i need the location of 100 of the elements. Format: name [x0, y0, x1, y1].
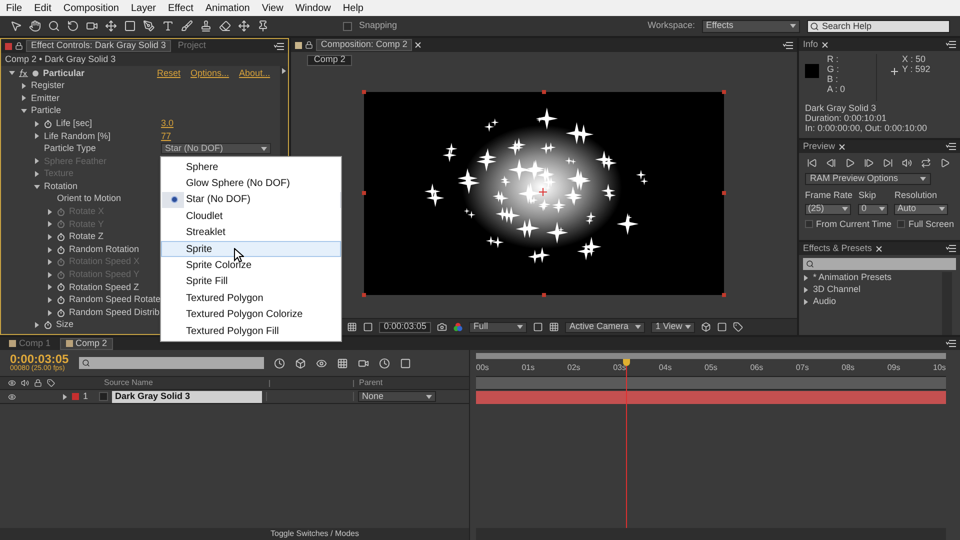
type-tool-icon[interactable]	[162, 20, 174, 32]
selection-handle[interactable]	[362, 90, 366, 94]
graph-editor-icon[interactable]	[400, 358, 411, 368]
menu-item[interactable]: File	[6, 0, 22, 16]
menu-option[interactable]: Sprite Colorize	[161, 257, 341, 274]
stopwatch-icon[interactable]	[57, 283, 65, 292]
stopwatch-icon[interactable]	[378, 358, 390, 368]
menu-option[interactable]: Textured Polygon Colorize	[161, 306, 341, 323]
camera-dropdown[interactable]: Active Camera	[565, 322, 646, 332]
effects-category[interactable]: 3D Channel	[812, 283, 860, 297]
layer-label-color[interactable]	[72, 393, 79, 400]
close-panel-icon[interactable]	[5, 42, 12, 50]
selection-handle[interactable]	[542, 292, 546, 296]
rotate-tool-icon[interactable]	[67, 20, 79, 32]
particle-type-dropdown[interactable]: Star (No DOF)	[161, 143, 271, 154]
anchor-point-icon[interactable]	[538, 187, 548, 196]
ram-preview-icon[interactable]	[940, 158, 950, 168]
lock-icon[interactable]	[15, 42, 23, 50]
fast-preview-icon[interactable]	[717, 322, 728, 332]
close-icon[interactable]	[822, 42, 828, 48]
brush-tool-icon[interactable]	[181, 20, 193, 32]
color-channels-icon[interactable]	[453, 322, 464, 332]
menu-item[interactable]: Composition	[63, 0, 119, 16]
menu-item[interactable]: Effect	[168, 0, 194, 16]
preview-dropdown[interactable]: 0	[858, 204, 888, 214]
first-frame-icon[interactable]	[806, 158, 817, 168]
panel-menu-icon[interactable]	[946, 41, 956, 48]
snapping-checkbox[interactable]	[343, 22, 352, 30]
fx-icon[interactable]	[19, 69, 28, 78]
puppet-tool-icon[interactable]	[238, 20, 250, 32]
property-value[interactable]: 77	[161, 130, 172, 144]
selection-handle[interactable]	[362, 292, 366, 296]
selection-handle[interactable]	[722, 90, 726, 94]
pin-tool-icon[interactable]	[257, 20, 269, 32]
selection-handle[interactable]	[542, 90, 546, 94]
label-icon[interactable]	[47, 379, 55, 387]
rectangle-tool-icon[interactable]	[124, 20, 136, 32]
menu-item[interactable]: Animation	[205, 0, 250, 16]
draft-3d-icon[interactable]	[294, 358, 306, 368]
toggle-switches-modes-button[interactable]: Toggle Switches / Modes	[270, 528, 359, 540]
effect-link[interactable]: Reset	[157, 66, 181, 80]
eraser-tool-icon[interactable]	[219, 20, 231, 32]
panel-menu-icon[interactable]	[946, 143, 956, 150]
menu-option[interactable]: Cloudlet	[161, 208, 341, 225]
view-layout-dropdown[interactable]: 1 View	[651, 322, 696, 332]
current-time-field[interactable]: 0:00:03:05	[378, 322, 432, 332]
layer-switches[interactable]	[266, 392, 354, 401]
panel-tab[interactable]: Effect Controls: Dark Gray Solid 3	[26, 40, 171, 52]
menu-option[interactable]: Star (No DOF)	[161, 192, 341, 208]
workspace-dropdown[interactable]: Effects	[702, 20, 800, 32]
close-icon[interactable]	[415, 42, 422, 48]
preview-dropdown[interactable]: Auto	[894, 204, 948, 214]
hide-shy-layers-icon[interactable]	[316, 358, 327, 368]
pen-tool-icon[interactable]	[143, 20, 155, 32]
effects-search-field[interactable]	[802, 258, 956, 270]
region-of-interest-icon[interactable]	[533, 322, 544, 332]
menu-option[interactable]: Streaklet	[161, 224, 341, 241]
3d-view-icon[interactable]	[701, 322, 712, 332]
parent-dropdown[interactable]: None	[358, 391, 436, 402]
checkbox[interactable]	[804, 220, 813, 228]
frame-blending-icon[interactable]	[336, 358, 348, 368]
stopwatch-icon[interactable]	[57, 308, 65, 317]
transparency-grid-icon[interactable]	[549, 322, 560, 332]
collapsed-triangle-icon[interactable]	[34, 322, 40, 328]
effects-category[interactable]: * Animation Presets	[812, 271, 892, 285]
current-timecode[interactable]: 0:00:03:05	[10, 353, 69, 365]
effect-link[interactable]: Options...	[190, 66, 230, 80]
selection-tool-icon[interactable]	[10, 20, 22, 32]
panel-menu-icon[interactable]	[946, 340, 956, 347]
expanded-triangle-icon[interactable]	[34, 184, 40, 190]
comp-breadcrumb[interactable]: Comp 2	[306, 54, 352, 66]
menu-option[interactable]: Sprite	[161, 240, 341, 258]
stopwatch-icon[interactable]	[44, 120, 52, 128]
menu-option[interactable]: Sprite Fill	[161, 274, 341, 290]
caret-icon[interactable]	[426, 394, 432, 400]
snapshot-icon[interactable]	[437, 322, 448, 332]
menu-item[interactable]: Layer	[130, 0, 156, 16]
scroll-bar[interactable]	[942, 272, 952, 335]
preview-dropdown[interactable]: (25)	[804, 204, 851, 214]
caret-icon[interactable]	[879, 206, 886, 212]
menu-item[interactable]: View	[262, 0, 284, 16]
previous-frame-icon[interactable]	[826, 158, 836, 168]
ram-preview-dropdown[interactable]: RAM Preview Options	[804, 173, 931, 185]
pan-behind-tool-icon[interactable]	[105, 20, 117, 32]
stopwatch-icon[interactable]	[57, 233, 65, 242]
audio-icon[interactable]	[902, 158, 912, 168]
expanded-triangle-icon[interactable]	[21, 108, 27, 114]
panel-menu-icon[interactable]	[782, 42, 793, 48]
caret-icon[interactable]	[261, 146, 267, 152]
caret-icon[interactable]	[517, 324, 524, 330]
zoom-tool-icon[interactable]	[48, 20, 60, 32]
resolution-dropdown[interactable]: Full	[469, 322, 528, 332]
panel-menu-icon[interactable]	[274, 42, 284, 50]
menu-item[interactable]: Edit	[34, 0, 52, 16]
selection-handle[interactable]	[362, 190, 366, 194]
lock-icon[interactable]	[304, 41, 313, 49]
lock-icon[interactable]	[34, 379, 42, 387]
play-icon[interactable]	[844, 158, 855, 168]
loop-icon[interactable]	[920, 158, 931, 168]
close-icon[interactable]	[876, 246, 882, 252]
